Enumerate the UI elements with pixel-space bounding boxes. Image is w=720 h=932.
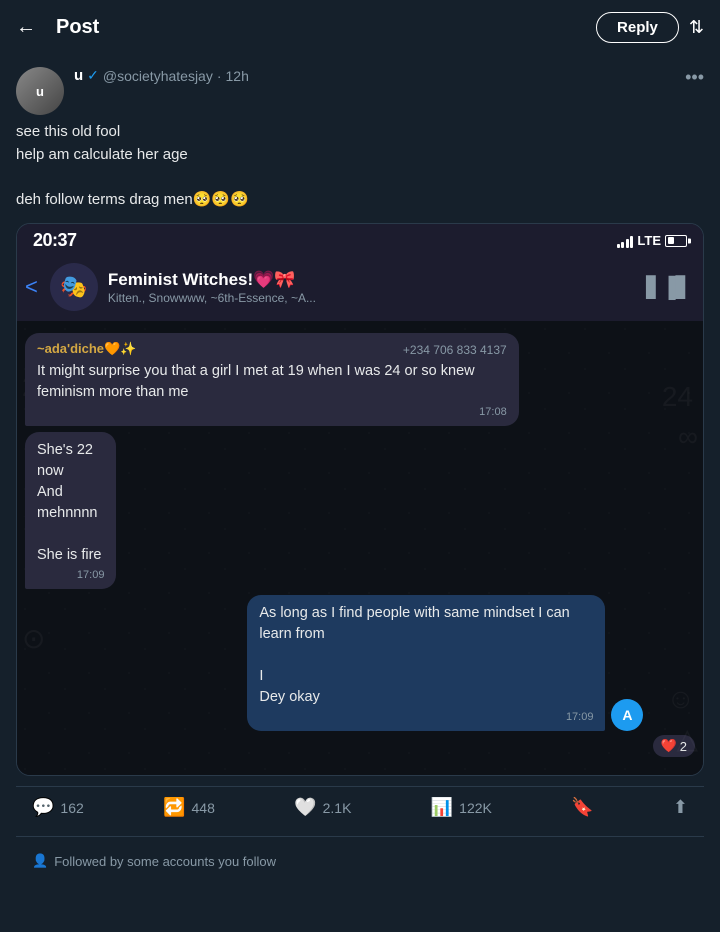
signal-bars [617,234,634,248]
verified-badge: ✓ [87,67,99,84]
share-action[interactable]: ⬆ [673,797,688,818]
chat-back-icon[interactable]: < [25,274,38,300]
group-members: Kitten., Snowwww, ~6th-Essence, ~A... [108,291,636,305]
message-3: As long as I find people with same minds… [25,595,695,757]
retweet-icon: 🔁 [163,797,185,818]
post-area: u u ✓ @societyhatesjay · 12h ••• see thi… [0,55,720,877]
page-title: Post [56,16,99,39]
bookmark-action[interactable]: 🔖 [571,797,593,818]
message-1: ~ada'diche🧡✨ +234 706 833 4137 It might … [25,333,695,426]
reaction-heart: ❤️ 2 [653,735,695,757]
post-user-row: u u ✓ @societyhatesjay · 12h ••• [16,67,704,115]
chat-header: < 🎭 Feminist Witches!💗🎀 Kitten., Snowwww… [17,255,703,321]
user-handle: @societyhatesjay [103,68,213,84]
sender-name-1: ~ada'diche🧡✨ [37,341,136,357]
bubble-time-3: 17:09 [259,711,593,723]
heart-emoji: ❤️ [661,738,677,754]
network-type: LTE [637,233,661,248]
phone-ui: 20:37 LTE < 🎭 [17,224,703,775]
username: u [74,67,83,84]
bookmark-icon: 🔖 [571,797,593,818]
like-count: 2.1K [323,800,352,816]
signal-bar-3 [626,239,629,248]
bubble-text-2: She's 22 nowAnd mehnnnnShe is fire [37,440,104,566]
views-action[interactable]: 📊 122K [431,797,492,818]
like-action[interactable]: 🤍 2.1K [294,797,351,818]
bubble-incoming-1: ~ada'diche🧡✨ +234 706 833 4137 It might … [25,333,519,426]
battery-fill [668,237,675,244]
filter-icon[interactable]: ⇅ [689,17,704,38]
chat-body: ⚙ 🔒 24 24 ∞ ⊙ ☺ △ ✦ ~ada'diche🧡✨ +234 70… [17,321,703,775]
more-options-icon[interactable]: ••• [681,67,704,88]
header-right: Reply ⇅ [596,12,704,43]
post-text: see this old fool help am calculate her … [16,121,704,211]
comment-action[interactable]: 💬 162 [32,797,84,818]
followed-by-text: Followed by some accounts you follow [54,854,276,869]
group-name: Feminist Witches!💗🎀 [108,270,636,290]
views-icon: 📊 [431,797,453,818]
signal-bar-2 [621,242,624,248]
back-icon[interactable]: ← [16,16,36,39]
post-time-ago: 12h [226,68,249,84]
bubble-time-1: 17:08 [37,406,507,418]
bubble-incoming-2: She's 22 nowAnd mehnnnnShe is fire 17:09 [25,432,116,589]
sender-phone-1: +234 706 833 4137 [403,343,507,357]
divider [16,836,704,837]
bubble-text-1: It might surprise you that a girl I met … [37,361,507,403]
bubble-outgoing-1: As long as I find people with same minds… [247,595,605,731]
person-icon: 👤 [32,853,48,869]
retweet-count: 448 [192,800,215,816]
comment-count: 162 [60,800,83,816]
comment-icon: 💬 [32,797,54,818]
phone-status-bar: 20:37 LTE [17,224,703,255]
views-count: 122K [459,800,492,816]
page-header: ← Post Reply ⇅ [0,0,720,55]
user-info: u ✓ @societyhatesjay · 12h [74,67,249,84]
chat-actions: ▋▐▋ [646,275,691,300]
screenshot-embed: 20:37 LTE < 🎭 [16,223,704,776]
reaction-count: 2 [680,739,687,754]
like-icon: 🤍 [294,797,316,818]
header-left: ← Post [16,16,99,39]
signal-bar-1 [617,244,620,248]
message-2: She's 22 nowAnd mehnnnnShe is fire 17:09 [25,432,695,589]
audio-waveform-icon[interactable]: ▋▐▋ [646,275,691,300]
status-icons: LTE [617,233,687,248]
action-bar: 💬 162 🔁 448 🤍 2.1K 📊 122K 🔖 ⬆ [16,786,704,828]
share-icon: ⬆ [673,797,688,818]
bubble-text-3: As long as I find people with same minds… [259,603,593,708]
chat-title-area: Feminist Witches!💗🎀 Kitten., Snowwww, ~6… [108,270,636,305]
phone-time: 20:37 [33,230,77,251]
user-avatar: u [16,67,64,115]
group-avatar: 🎭 [50,263,98,311]
outgoing-avatar: A [611,699,643,731]
reaction-bar: ❤️ 2 [653,735,695,757]
signal-bar-4 [630,236,633,248]
bubble-time-2: 17:09 [37,569,104,581]
reply-button[interactable]: Reply [596,12,679,43]
retweet-action[interactable]: 🔁 448 [163,797,215,818]
battery-icon [665,235,687,247]
followed-by: 👤 Followed by some accounts you follow [16,845,704,877]
post-time: · [217,68,222,84]
